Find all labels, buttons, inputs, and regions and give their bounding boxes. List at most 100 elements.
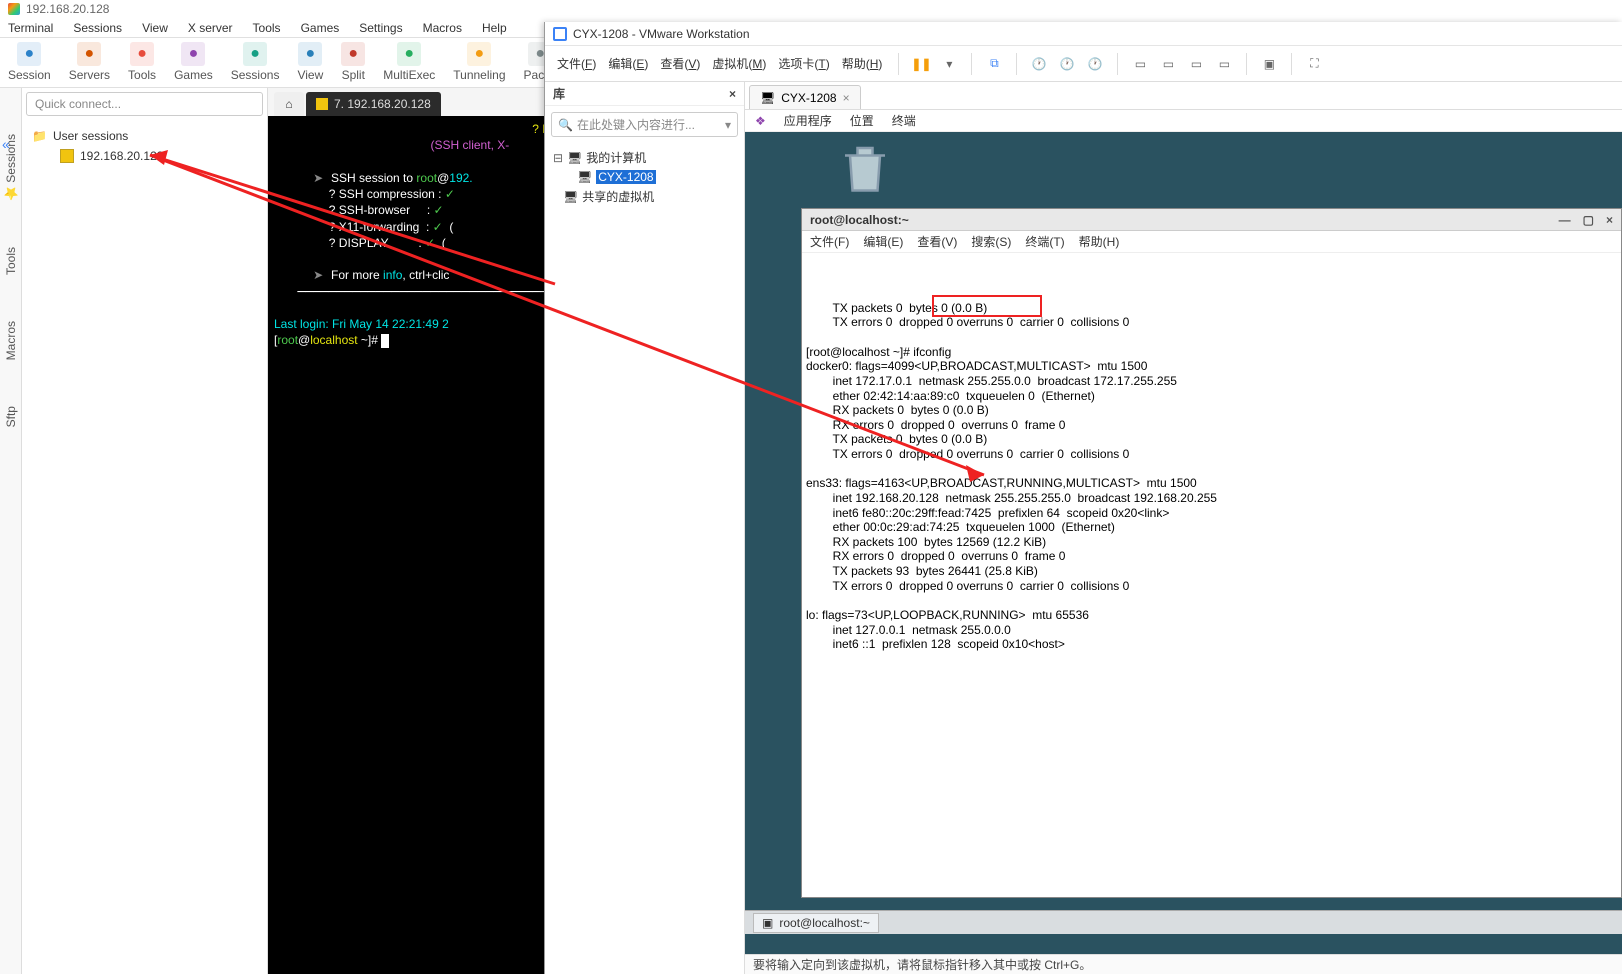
snapshot-button[interactable]: ⧉ — [982, 52, 1006, 76]
search-icon: 🔍 — [558, 118, 573, 132]
session-sidebar: Quick connect... 📁 User sessions 192.168… — [22, 88, 268, 974]
menu-x server[interactable]: X server — [188, 21, 233, 35]
vmware-status-bar: 要将输入定向到该虚拟机，请将鼠标指针移入其中或按 Ctrl+G。 — [745, 954, 1622, 974]
vm-menu-item[interactable]: 帮助(H) — [836, 53, 889, 75]
vmware-title-bar: CYX-1208 - VMware Workstation — [545, 22, 1622, 46]
tool-games[interactable]: ●Games — [174, 42, 213, 83]
snapshot-revert-icon[interactable]: 🕐 — [1055, 52, 1079, 76]
tool-tunneling[interactable]: ●Tunneling — [453, 42, 505, 83]
guest-term-menu-item[interactable]: 编辑(E) — [863, 233, 903, 250]
session-tree: 📁 User sessions 192.168.20.128 — [22, 120, 267, 974]
vm-icon: 🖥 — [760, 91, 775, 105]
guest-terminal-titlebar[interactable]: root@localhost:~ — ▢ × — [802, 209, 1621, 231]
vm-tab[interactable]: 🖥 CYX-1208 × — [749, 85, 861, 109]
terminal-icon: ▣ — [762, 916, 773, 930]
view-icon[interactable]: ▭ — [1212, 52, 1236, 76]
menu-games[interactable]: Games — [301, 21, 340, 35]
vtab-tools[interactable]: Tools — [2, 239, 20, 283]
library-title: 库 — [553, 85, 565, 102]
snapshot-take-icon[interactable]: 🕐 — [1027, 52, 1051, 76]
taskbar-terminal-button[interactable]: ▣ root@localhost:~ — [753, 913, 879, 933]
window-title: CYX-1208 - VMware Workstation — [573, 27, 750, 41]
dropdown-icon[interactable]: ▾ — [725, 118, 731, 132]
tool-sessions[interactable]: ●Sessions — [231, 42, 280, 83]
tree-root-user-sessions[interactable]: 📁 User sessions — [28, 126, 261, 146]
menu-view[interactable]: View — [142, 21, 168, 35]
guest-menu-apps[interactable]: 应用程序 — [784, 112, 832, 129]
guest-terminal-output[interactable]: TX packets 0 bytes 0 (0.0 B) TX errors 0… — [802, 253, 1621, 897]
tree-shared-vms[interactable]: 🖥 共享的虚拟机 — [551, 186, 738, 207]
app-icon — [8, 3, 20, 15]
guest-term-menu-item[interactable]: 终端(T) — [1025, 233, 1064, 250]
tree-vm-item[interactable]: 🖥 CYX-1208 — [551, 168, 738, 186]
pause-button[interactable]: ❚❚ — [909, 52, 933, 76]
tool-servers[interactable]: ●Servers — [69, 42, 110, 83]
trash-icon[interactable] — [835, 138, 895, 198]
vtab-sessions[interactable]: ⭐ Sessions — [2, 126, 20, 209]
guest-top-bar: ❖ 应用程序 位置 终端 — [745, 110, 1622, 132]
vm-menu-item[interactable]: 虚拟机(M) — [706, 53, 772, 75]
tree-session-item[interactable]: 192.168.20.128 — [56, 146, 261, 166]
tool-tools[interactable]: ●Tools — [128, 42, 156, 83]
menu-settings[interactable]: Settings — [359, 21, 402, 35]
vm-menu-item[interactable]: 选项卡(T) — [772, 53, 835, 75]
guest-term-menu-item[interactable]: 文件(F) — [810, 233, 849, 250]
vtab-macros[interactable]: Macros — [2, 313, 20, 368]
snapshot-manage-icon[interactable]: 🕐 — [1083, 52, 1107, 76]
window-title: 192.168.20.128 — [26, 2, 109, 16]
vmware-window: CYX-1208 - VMware Workstation 文件(F)编辑(E)… — [544, 22, 1622, 974]
vm-icon: 🖥 — [577, 170, 592, 184]
guest-terminal-window: root@localhost:~ — ▢ × 文件(F) 编辑(E) 查看(V) 搜索… — [801, 208, 1622, 898]
minimize-icon[interactable]: — — [1559, 213, 1571, 227]
menu-sessions[interactable]: Sessions — [73, 21, 122, 35]
library-search-input[interactable]: 🔍 在此处键入内容进行... ▾ — [551, 112, 738, 137]
console-icon[interactable]: ▣ — [1257, 52, 1281, 76]
close-icon[interactable]: × — [843, 91, 850, 105]
guest-term-menu-item[interactable]: 查看(V) — [917, 233, 957, 250]
menu-help[interactable]: Help — [482, 21, 507, 35]
vtab-sftp[interactable]: Sftp — [2, 398, 20, 435]
separator — [1246, 53, 1247, 75]
guest-term-menu-item[interactable]: 搜索(S) — [971, 233, 1011, 250]
close-icon[interactable]: × — [729, 87, 736, 101]
menu-macros[interactable]: Macros — [423, 21, 462, 35]
guest-desktop[interactable]: root@localhost:~ — ▢ × 文件(F) 编辑(E) 查看(V) 搜索… — [745, 132, 1622, 954]
close-icon[interactable]: × — [1606, 213, 1613, 227]
quick-connect-input[interactable]: Quick connect... — [26, 92, 263, 116]
status-text: 要将输入定向到该虚拟机，请将鼠标指针移入其中或按 Ctrl+G。 — [753, 956, 1091, 973]
vm-menu-item[interactable]: 编辑(E) — [602, 53, 654, 75]
view-icon[interactable]: ▭ — [1156, 52, 1180, 76]
menu-tools[interactable]: Tools — [253, 21, 281, 35]
vm-menu-item[interactable]: 查看(V) — [654, 53, 706, 75]
vertical-tab-strip: « ⭐ SessionsToolsMacrosSftp — [0, 88, 22, 974]
applications-icon: ❖ — [755, 114, 766, 128]
search-placeholder: 在此处键入内容进行... — [577, 116, 695, 133]
dropdown-icon[interactable]: ▾ — [937, 52, 961, 76]
vmware-library-panel: 库 × 🔍 在此处键入内容进行... ▾ ⊟🖥 我的计算机 🖥 CYX-1208… — [545, 82, 745, 974]
terminal-tab-active[interactable]: 7. 192.168.20.128 — [306, 92, 441, 116]
view-icon[interactable]: ▭ — [1128, 52, 1152, 76]
tree-my-computer[interactable]: ⊟🖥 我的计算机 — [551, 147, 738, 168]
guest-term-menu-item[interactable]: 帮助(H) — [1079, 233, 1120, 250]
view-icon[interactable]: ▭ — [1184, 52, 1208, 76]
fullscreen-icon[interactable]: ⛶ — [1302, 52, 1326, 76]
tool-session[interactable]: ●Session — [8, 42, 51, 83]
tool-view[interactable]: ●View — [297, 42, 323, 83]
maximize-icon[interactable]: ▢ — [1583, 213, 1594, 227]
guest-menu-terminal[interactable]: 终端 — [892, 112, 916, 129]
tool-multiexec[interactable]: ●MultiExec — [383, 42, 435, 83]
vm-menu-item[interactable]: 文件(F) — [551, 53, 602, 75]
tree-label: 192.168.20.128 — [80, 149, 163, 163]
vmware-toolbar: 文件(F)编辑(E)查看(V)虚拟机(M)选项卡(T)帮助(H) ❚❚ ▾ ⧉ … — [545, 46, 1622, 82]
separator — [898, 53, 899, 75]
separator — [1117, 53, 1118, 75]
guest-terminal-menubar: 文件(F) 编辑(E) 查看(V) 搜索(S) 终端(T) 帮助(H) — [802, 231, 1621, 253]
menu-terminal[interactable]: Terminal — [8, 21, 53, 35]
home-tab[interactable]: ⌂ — [274, 92, 304, 116]
separator — [1016, 53, 1017, 75]
separator — [971, 53, 972, 75]
tool-split[interactable]: ●Split — [341, 42, 365, 83]
ifconfig-highlight-box — [932, 295, 1042, 317]
guest-taskbar: ▣ root@localhost:~ — [745, 910, 1622, 934]
guest-menu-places[interactable]: 位置 — [850, 112, 874, 129]
